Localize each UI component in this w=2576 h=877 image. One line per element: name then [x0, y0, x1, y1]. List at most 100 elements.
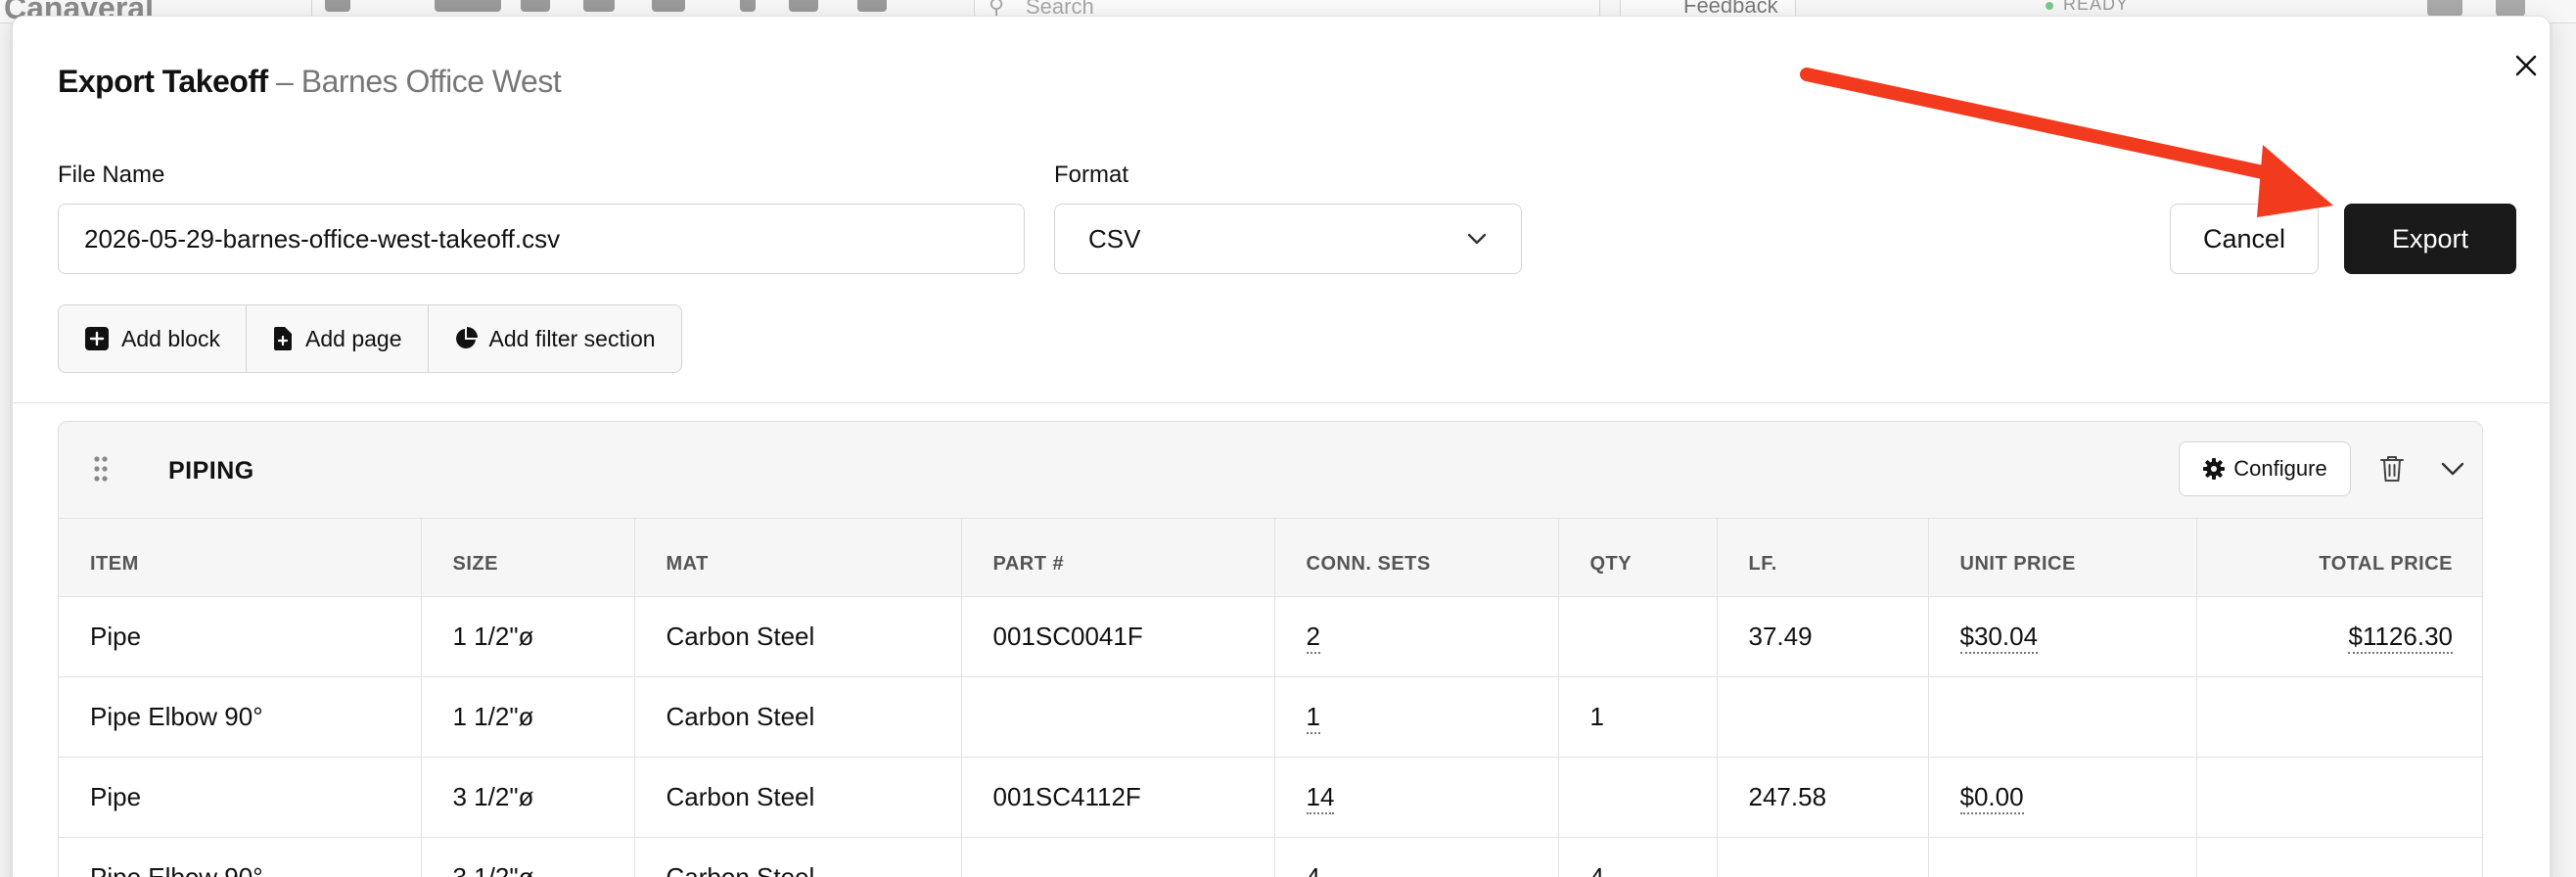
editable-value[interactable]: $0.00	[1959, 782, 2024, 814]
configure-button[interactable]: Configure	[2179, 441, 2351, 496]
cell-part-number: 001SC4112F	[961, 757, 1275, 838]
cell-unit-price: $30.04	[1928, 596, 2197, 677]
cell-qty	[1558, 757, 1718, 838]
modal-title-project: – Barnes Office West	[276, 64, 562, 99]
cell-lf: 37.49	[1717, 596, 1929, 677]
grid-icon[interactable]	[325, 0, 350, 12]
add-filter-section-button[interactable]: Add filter section	[429, 305, 681, 372]
file-name-input[interactable]	[58, 204, 1025, 274]
cell-total-price: $1126.30	[2196, 596, 2482, 677]
cell-size: 3 1/2"ø	[421, 757, 635, 838]
chevron-down-icon	[1467, 233, 1487, 245]
table-row[interactable]: Pipe 3 1/2"ø Carbon Steel 001SC4112F 14 …	[59, 757, 2482, 838]
cell-size: 3 1/2"ø	[421, 837, 635, 877]
add-page-button[interactable]: Add page	[247, 305, 429, 372]
sparkle-icon[interactable]	[857, 0, 887, 12]
format-label: Format	[1054, 162, 1129, 188]
cell-material: Carbon Steel	[634, 596, 962, 677]
cell-conn-sets: 1	[1274, 676, 1559, 758]
editable-value[interactable]: 1	[1306, 702, 1320, 734]
cell-unit-price	[1928, 676, 2197, 758]
editable-value[interactable]: 2	[1306, 622, 1320, 654]
column-header[interactable]: ITEM	[59, 518, 422, 597]
measure-icon[interactable]	[740, 0, 756, 12]
cell-unit-price	[1928, 837, 2197, 877]
chevron-down-icon	[2441, 462, 2464, 476]
editable-value[interactable]: $30.04	[1959, 622, 2039, 654]
table-header-row: ITEM SIZE MAT PART # CONN. SETS QTY LF. …	[59, 518, 2482, 597]
cell-lf: 247.58	[1717, 757, 1929, 838]
column-header[interactable]: QTY	[1558, 518, 1718, 597]
editable-value[interactable]: 4	[1306, 862, 1320, 877]
count-icon[interactable]	[789, 0, 818, 12]
cell-total-price	[2196, 676, 2482, 758]
drag-handle[interactable]	[94, 455, 108, 487]
shape-icon[interactable]	[652, 0, 685, 12]
modal-title-main: Export Takeoff	[58, 64, 268, 99]
cell-item: Pipe Elbow 90°	[59, 676, 422, 758]
cell-conn-sets: 14	[1274, 757, 1559, 838]
format-select[interactable]: CSV	[1054, 204, 1522, 274]
status-dot-icon	[2046, 2, 2053, 10]
gear-icon	[2203, 458, 2226, 480]
column-header[interactable]: SIZE	[421, 518, 635, 597]
column-header[interactable]: PART #	[961, 518, 1275, 597]
cell-total-price	[2196, 757, 2482, 838]
export-button[interactable]: Export	[2344, 204, 2516, 274]
close-icon	[2515, 55, 2537, 76]
brush-icon[interactable]	[521, 0, 550, 12]
cell-material: Carbon Steel	[634, 757, 962, 838]
cell-total-price	[2196, 837, 2482, 877]
tag-icon[interactable]	[435, 0, 501, 12]
cell-part-number	[961, 676, 1275, 758]
cell-conn-sets: 4	[1274, 837, 1559, 877]
cell-size: 1 1/2"ø	[421, 596, 635, 677]
cell-qty: 4	[1558, 837, 1718, 877]
cell-qty	[1558, 596, 1718, 677]
column-header[interactable]: CONN. SETS	[1274, 518, 1559, 597]
cell-material: Carbon Steel	[634, 837, 962, 877]
column-header[interactable]: LF.	[1717, 518, 1929, 597]
add-toolbar: Add block Add page Add filter section	[58, 304, 682, 373]
export-takeoff-modal: Export Takeoff – Barnes Office West File…	[12, 16, 2552, 877]
cell-conn-sets: 2	[1274, 596, 1559, 677]
table-row[interactable]: Pipe Elbow 90° 3 1/2"ø Carbon Steel 4 4	[59, 837, 2482, 877]
column-header[interactable]: TOTAL PRICE	[2196, 518, 2482, 597]
collapse-block-button[interactable]	[2431, 447, 2474, 490]
cell-material: Carbon Steel	[634, 676, 962, 758]
configure-label: Configure	[2233, 456, 2327, 481]
takeoff-table: ITEM SIZE MAT PART # CONN. SETS QTY LF. …	[59, 518, 2482, 877]
cell-item: Pipe Elbow 90°	[59, 837, 422, 877]
add-block-button[interactable]: Add block	[59, 305, 248, 372]
table-row[interactable]: Pipe 1 1/2"ø Carbon Steel 001SC0041F 2 3…	[59, 596, 2482, 677]
cell-part-number	[961, 837, 1275, 877]
file-name-label: File Name	[58, 162, 165, 188]
add-filter-section-label: Add filter section	[488, 325, 656, 351]
editable-value[interactable]: 14	[1306, 782, 1335, 814]
pie-chart-icon	[455, 327, 478, 348]
add-page-label: Add page	[305, 325, 402, 351]
delete-block-button[interactable]	[2372, 447, 2412, 490]
cell-item: Pipe	[59, 757, 422, 838]
cell-size: 1 1/2"ø	[421, 676, 635, 758]
cell-lf	[1717, 837, 1929, 877]
file-plus-icon	[274, 327, 293, 350]
cell-qty: 1	[1558, 676, 1718, 758]
table-row[interactable]: Pipe Elbow 90° 1 1/2"ø Carbon Steel 1 1	[59, 676, 2482, 758]
modal-title: Export Takeoff – Barnes Office West	[58, 64, 562, 100]
plus-square-icon	[85, 327, 109, 350]
cancel-button[interactable]: Cancel	[2170, 204, 2319, 274]
block-title: PIPING	[168, 457, 254, 485]
drag-dots-icon	[94, 456, 108, 482]
trash-icon	[2380, 456, 2404, 482]
close-button[interactable]	[2507, 46, 2546, 85]
cell-lf	[1717, 676, 1929, 758]
column-header[interactable]: UNIT PRICE	[1928, 518, 2197, 597]
pencil-icon[interactable]	[583, 0, 615, 12]
cell-unit-price: $0.00	[1928, 757, 2197, 838]
column-header[interactable]: MAT	[634, 518, 962, 597]
cell-part-number: 001SC0041F	[961, 596, 1275, 677]
right-panel-edge	[2553, 23, 2576, 877]
editable-value[interactable]: $1126.30	[2348, 622, 2453, 654]
format-select-value: CSV	[1088, 223, 1141, 254]
